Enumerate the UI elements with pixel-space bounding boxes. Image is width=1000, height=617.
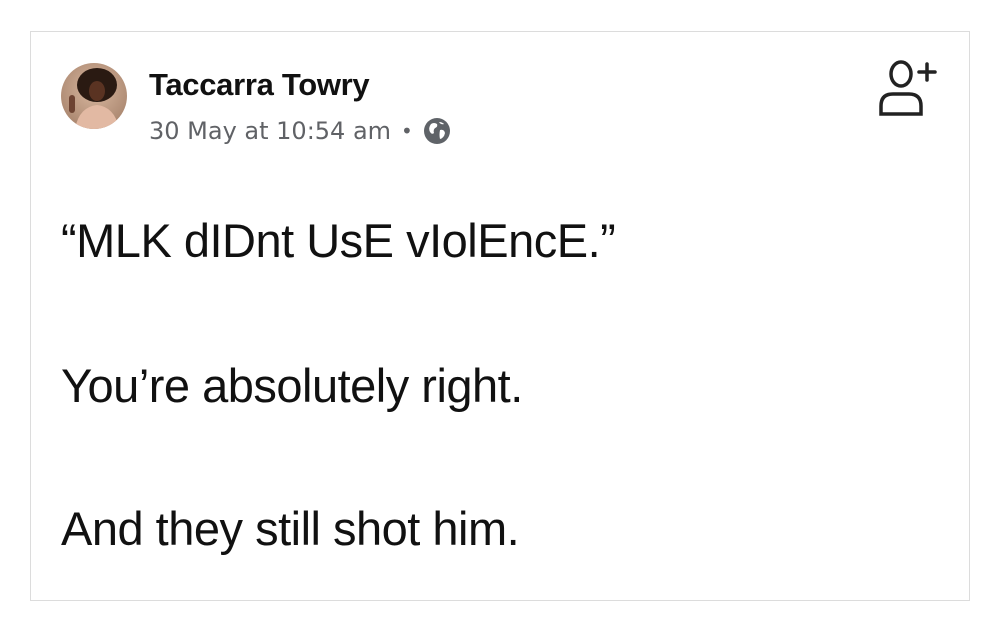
post-card: Taccarra Towry 30 May at 10:54 am • “MLK… — [30, 31, 970, 601]
globe-icon[interactable] — [422, 116, 452, 146]
meta-separator: • — [401, 119, 413, 143]
post-line: “MLK dIDnt UsE vIolEncE.” — [61, 214, 616, 267]
avatar[interactable] — [61, 63, 127, 129]
author-name[interactable]: Taccarra Towry — [149, 67, 370, 103]
post-timestamp[interactable]: 30 May at 10:54 am — [149, 117, 391, 145]
post-line: And they still shot him. — [61, 502, 520, 555]
add-friend-icon[interactable] — [877, 58, 941, 118]
post-line: You’re absolutely right. — [61, 359, 523, 412]
post-meta: 30 May at 10:54 am • — [149, 116, 452, 146]
